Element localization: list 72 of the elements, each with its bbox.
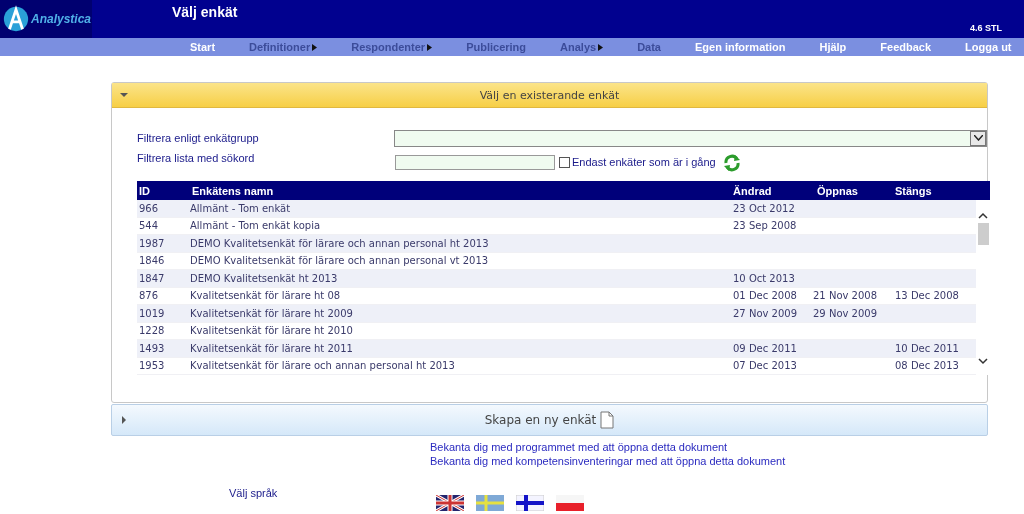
- table-cell-text: 1493: [138, 342, 166, 354]
- table-cell-text: Kvalitetsenkät för lärare ht 08: [189, 290, 342, 302]
- polish-flag-icon[interactable]: [556, 495, 584, 511]
- version-label: 4.6 STL: [970, 23, 1002, 33]
- document-link[interactable]: Bekanta dig med kompetensinventeringar med att öppna detta dokument: [430, 455, 786, 467]
- table-cell-text: 1846: [138, 255, 166, 267]
- filter-label: Filtrera enligt enkätgrupp: [137, 132, 260, 144]
- table-cell-text: Kvalitetsenkät för lärare ht 2011: [189, 342, 354, 354]
- table-cell-text: Allmänt - Tom enkät: [189, 202, 292, 214]
- scroll-up-icon[interactable]: [978, 212, 988, 219]
- panel-title: Välj en existerande enkät: [479, 88, 620, 102]
- submenu-arrow-icon: [427, 44, 433, 51]
- table-cell-text: 1228: [138, 325, 166, 337]
- scroll-down-icon[interactable]: [978, 358, 988, 365]
- finnish-flag-icon[interactable]: [516, 495, 544, 511]
- scrollbar-thumb[interactable]: [977, 223, 989, 245]
- caret-icon: [120, 91, 128, 99]
- table-row[interactable]: 1987 DEMO Kvalitetsenkät för lärare och annan personal ht 2013: [137, 235, 976, 253]
- table-cell-text: 1847: [138, 272, 166, 284]
- language-label: Välj språk: [229, 487, 279, 501]
- caret-icon: [120, 416, 128, 424]
- table-cell-text: 07 Dec 2013: [732, 360, 798, 372]
- search-field[interactable]: [395, 154, 555, 170]
- table-row[interactable]: 1493 Kvalitetsenkät för lärare ht 2011 09 Dec 2011 10 Dec 2011: [137, 340, 976, 358]
- table-cell-text: 01 Dec 2008: [732, 290, 798, 302]
- table-cell-text: 09 Dec 2011: [732, 342, 798, 354]
- table-cell-text: DEMO Kvalitetsenkät ht 2013: [189, 272, 339, 284]
- logo-text: Analystica: [31, 12, 92, 26]
- submenu-arrow-icon: [312, 44, 318, 51]
- table-row[interactable]: 966 Allmänt - Tom enkät 23 Oct 2012: [137, 200, 976, 218]
- panel-title: Skapa en ny enkät: [484, 413, 597, 427]
- checkbox[interactable]: [559, 156, 570, 168]
- table-cell-text: DEMO Kvalitetsenkät för lärare och annan personal vt 2013: [189, 255, 490, 267]
- column-header[interactable]: Ändrad: [731, 184, 815, 197]
- table-cell-text: 13 Dec 2008: [894, 290, 960, 302]
- page-title: Välj enkät: [172, 4, 238, 20]
- group-dropdown[interactable]: [394, 129, 987, 147]
- table-cell-text: 10 Oct 2013: [732, 272, 796, 284]
- panel-header[interactable]: Skapa en ny enkät: [111, 404, 988, 436]
- checkbox-label: Endast enkäter som är i gång: [572, 156, 716, 168]
- table-cell-text: 876: [138, 290, 160, 302]
- table-row[interactable]: 1019 Kvalitetsenkät för lärare ht 2009 27 Nov 2009 29 Nov 2009: [137, 305, 976, 323]
- table-cell-text: 10 Dec 2011: [894, 342, 960, 354]
- logo-letter-icon: [2, 5, 30, 33]
- document-icon: [600, 411, 615, 429]
- table-cell-text: Kvalitetsenkät för lärare och annan personal ht 2013: [189, 360, 456, 372]
- refresh-icon[interactable]: [722, 154, 741, 172]
- table-cell-text: 1987: [138, 237, 166, 249]
- column-header[interactable]: Öppnas: [815, 184, 893, 197]
- table-cell-text: 29 Nov 2009: [812, 307, 879, 319]
- table-cell-text: 544: [138, 220, 160, 232]
- filter-label: Filtrera lista med sökord: [137, 152, 256, 164]
- table-cell-text: 966: [138, 202, 160, 214]
- table-cell-text: Kvalitetsenkät för lärare ht 2009: [189, 307, 354, 319]
- table-row[interactable]: 1847 DEMO Kvalitetsenkät ht 2013 10 Oct 2013: [137, 270, 976, 288]
- document-link[interactable]: Bekanta dig med programmet med att öppna detta dokument: [430, 441, 728, 453]
- table-cell-text: Kvalitetsenkät för lärare ht 2010: [189, 325, 354, 337]
- table-cell-text: 08 Dec 2013: [894, 360, 960, 372]
- table-cell-text: 1953: [138, 360, 166, 372]
- table-cell-text: DEMO Kvalitetsenkät för lärare och annan personal ht 2013: [189, 237, 490, 249]
- table-cell-text: 23 Oct 2012: [732, 202, 796, 214]
- table-cell-text: 1019: [138, 307, 166, 319]
- submenu-arrow-icon: [598, 44, 604, 51]
- table-cell-text: 21 Nov 2008: [812, 290, 879, 302]
- british-flag-icon[interactable]: [436, 495, 464, 511]
- column-header[interactable]: ID: [137, 184, 190, 197]
- table-cell-text: 27 Nov 2009: [732, 307, 799, 319]
- panel-header[interactable]: Välj en existerande enkät: [112, 83, 987, 108]
- column-header[interactable]: Stängs: [893, 184, 990, 197]
- table-cell-text: Allmänt - Tom enkät kopia: [189, 220, 322, 232]
- column-header[interactable]: Enkätens namn: [190, 184, 731, 197]
- table-cell-text: 23 Sep 2008: [732, 220, 798, 232]
